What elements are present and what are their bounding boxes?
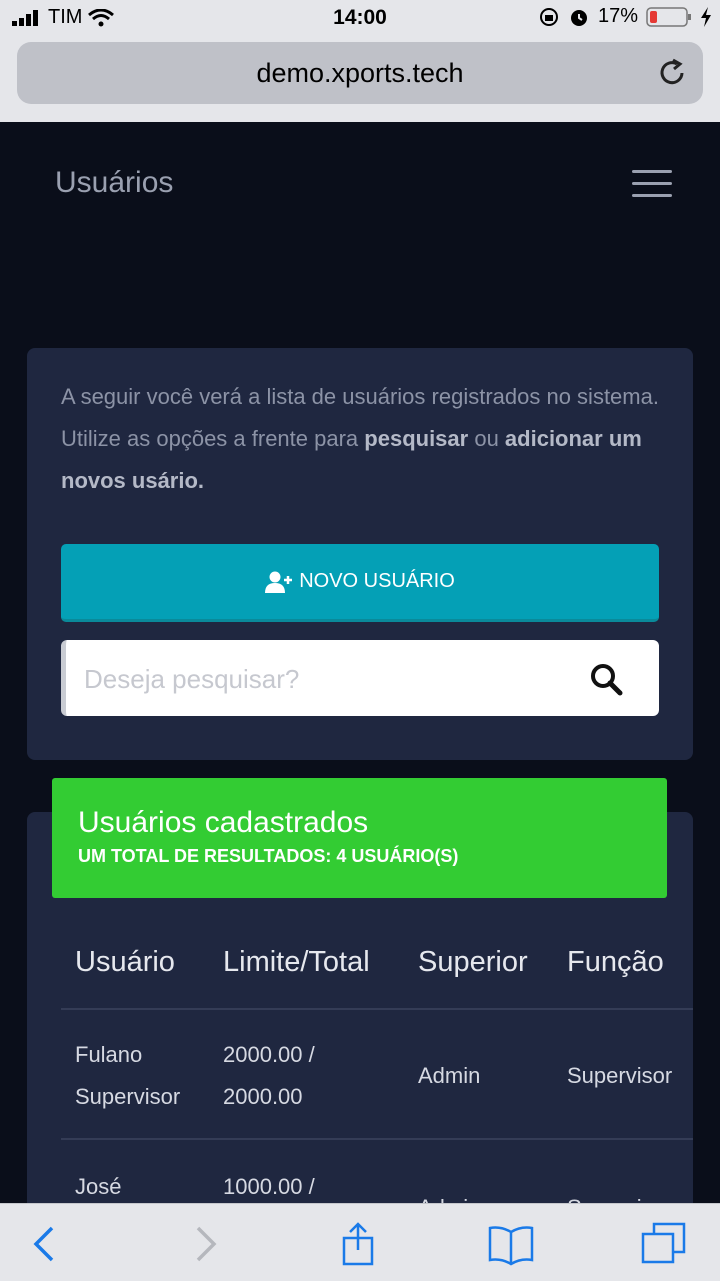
battery-percent: 17% <box>597 5 638 27</box>
share-icon[interactable] <box>334 1222 382 1266</box>
hamburger-menu-icon[interactable] <box>632 170 672 198</box>
row-limit: 1000.00 / <box>223 1174 315 1199</box>
row-user-line1: Fulano <box>75 1042 143 1067</box>
add-user-icon <box>265 571 293 593</box>
column-header-superior[interactable]: Superior <box>418 946 528 979</box>
browser-toolbar <box>0 1203 720 1281</box>
row-limit-line1: 2000.00 / <box>223 1042 315 1067</box>
new-user-button[interactable]: NOVO USUÁRIO <box>61 544 659 622</box>
intro-bold-search: pesquisar <box>364 426 469 451</box>
results-title: Usuários cadastrados <box>78 806 369 839</box>
app-header: Usuários <box>0 122 720 242</box>
battery-icon <box>646 6 691 27</box>
intro-text: A seguir você verá a lista de usuários r… <box>61 376 671 502</box>
alarm-icon <box>570 9 587 26</box>
intro-text-part2: ou <box>468 426 505 451</box>
column-header-user[interactable]: Usuário <box>75 946 175 979</box>
forward-icon[interactable] <box>180 1222 228 1266</box>
row-limit: 2000.00 / 2000.00 <box>223 1034 315 1118</box>
new-user-label: NOVO USUÁRIO <box>299 570 455 592</box>
row-role: Supervisor <box>567 1063 673 1088</box>
back-icon[interactable] <box>22 1222 70 1266</box>
intro-card: A seguir você verá a lista de usuários r… <box>27 348 693 760</box>
results-count: UM TOTAL DE RESULTADOS: 4 USUÁRIO(S) <box>78 846 459 866</box>
search-input[interactable]: Deseja pesquisar? <box>61 640 659 716</box>
lock-rotation-icon <box>539 7 558 26</box>
header-divider <box>61 1008 693 1010</box>
page-title: Usuários <box>55 166 174 199</box>
charging-icon <box>701 6 711 27</box>
search-icon[interactable] <box>589 662 623 696</box>
column-header-role[interactable]: Função <box>567 946 664 979</box>
row-superior: Admin <box>418 1063 481 1088</box>
url-text[interactable]: demo.xports.tech <box>17 58 703 89</box>
row-user: Fulano Supervisor <box>75 1034 180 1118</box>
reload-icon[interactable] <box>655 56 689 90</box>
row-divider <box>61 1138 693 1140</box>
status-bar: TIM 14:00 17% <box>0 0 720 36</box>
status-right: 17% <box>538 5 712 28</box>
tabs-icon[interactable] <box>640 1222 688 1266</box>
bookmarks-icon[interactable] <box>487 1222 535 1266</box>
row-user-line2: Supervisor <box>75 1084 181 1109</box>
row-user: José <box>75 1174 122 1199</box>
address-bar[interactable]: demo.xports.tech <box>17 42 703 104</box>
row-limit-line2: 2000.00 <box>223 1084 303 1109</box>
search-placeholder: Deseja pesquisar? <box>84 664 300 694</box>
results-header: Usuários cadastrados UM TOTAL DE RESULTA… <box>52 778 667 898</box>
browser-chrome: demo.xports.tech <box>0 36 720 122</box>
column-header-limit[interactable]: Limite/Total <box>223 946 370 979</box>
